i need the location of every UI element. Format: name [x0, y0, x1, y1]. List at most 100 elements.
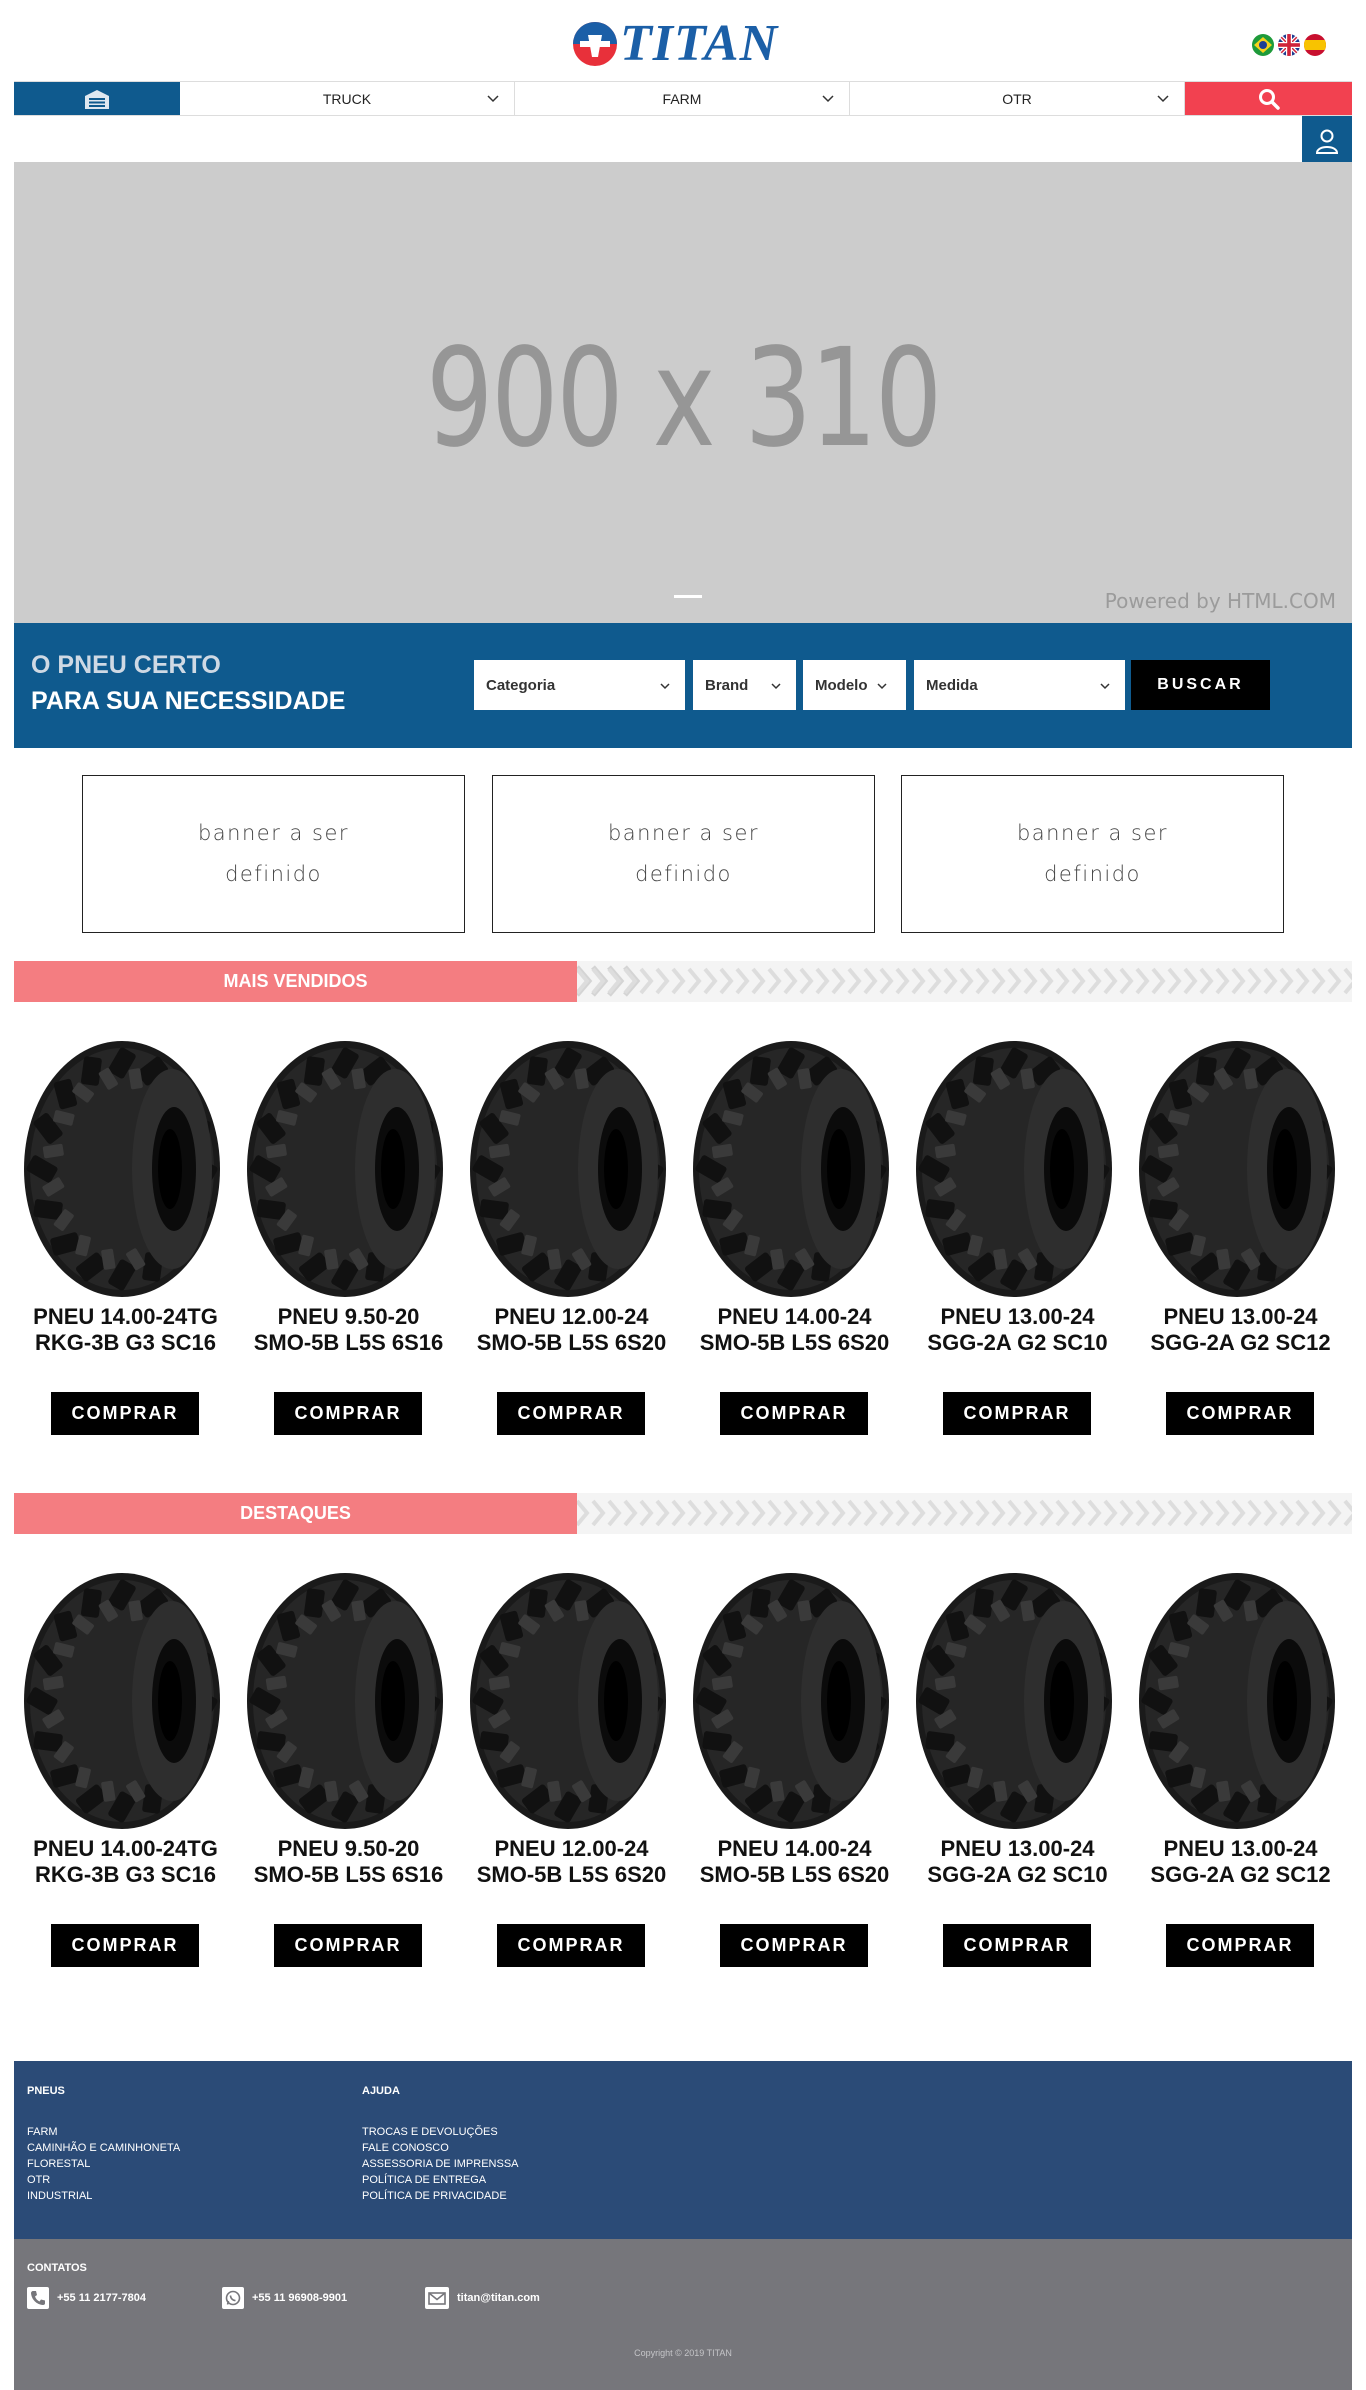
product-card[interactable]: PNEU 12.00-24 SMO-5B L5S 6S20 COMPRAR	[460, 1038, 683, 1458]
hero-banner[interactable]: 900 x 310 Powered by HTML.COM	[14, 162, 1352, 623]
flag-brazil-icon[interactable]	[1252, 34, 1274, 56]
product-card[interactable]: PNEU 13.00-24 SGG-2A G2 SC10 COMPRAR	[906, 1570, 1129, 1990]
chevron-down-icon	[1100, 683, 1110, 690]
language-switcher	[1252, 34, 1326, 56]
flag-uk-icon[interactable]	[1278, 34, 1300, 56]
comprar-button[interactable]: COMPRAR	[51, 1392, 199, 1435]
footer-contacts: CONTATOS +55 11 2177-7804 +55 11 96908-9…	[14, 2239, 1352, 2390]
product-list-mais-vendidos: PNEU 14.00-24TG RKG-3B G3 SC16 COMPRAR PN…	[14, 1038, 1352, 1458]
product-name[interactable]: PNEU 12.00-24 SMO-5B L5S 6S20	[460, 1304, 683, 1356]
chevron-down-icon	[487, 95, 499, 103]
product-name[interactable]: PNEU 13.00-24 SGG-2A G2 SC12	[1129, 1836, 1352, 1888]
chevron-down-icon	[660, 683, 670, 690]
contact-whatsapp-text: +55 11 96908-9901	[252, 2292, 348, 2304]
tire-image[interactable]	[468, 1570, 676, 1832]
promo-banner[interactable]: banner a ser definido	[82, 775, 465, 933]
product-name[interactable]: PNEU 14.00-24 SMO-5B L5S 6S20	[683, 1304, 906, 1356]
comprar-button[interactable]: COMPRAR	[943, 1924, 1091, 1967]
finder-title-line2: PARA SUA NECESSIDADE	[31, 687, 346, 715]
tire-image[interactable]	[691, 1570, 899, 1832]
product-card[interactable]: PNEU 14.00-24 SMO-5B L5S 6S20 COMPRAR	[683, 1038, 906, 1458]
comprar-button[interactable]: COMPRAR	[943, 1392, 1091, 1435]
product-name[interactable]: PNEU 14.00-24 SMO-5B L5S 6S20	[683, 1836, 906, 1888]
tire-image[interactable]	[914, 1038, 1122, 1300]
comprar-button[interactable]: COMPRAR	[1166, 1392, 1314, 1435]
carousel-indicator[interactable]	[674, 595, 702, 598]
product-card[interactable]: PNEU 14.00-24 SMO-5B L5S 6S20 COMPRAR	[683, 1570, 906, 1990]
tire-image[interactable]	[1137, 1038, 1345, 1300]
tire-image[interactable]	[468, 1038, 676, 1300]
comprar-button[interactable]: COMPRAR	[720, 1924, 868, 1967]
footer-link[interactable]: TROCAS E DEVOLUÇÕES	[362, 2124, 519, 2140]
product-name[interactable]: PNEU 14.00-24TG RKG-3B G3 SC16	[14, 1304, 237, 1356]
product-card[interactable]: PNEU 12.00-24 SMO-5B L5S 6S20 COMPRAR	[460, 1570, 683, 1990]
promo-banner[interactable]: banner a ser definido	[492, 775, 875, 933]
product-name[interactable]: PNEU 13.00-24 SGG-2A G2 SC10	[906, 1836, 1129, 1888]
size-select[interactable]: Medida	[914, 660, 1125, 710]
account-button[interactable]	[1302, 116, 1352, 166]
tire-image[interactable]	[691, 1038, 899, 1300]
product-card[interactable]: PNEU 9.50-20 SMO-5B L5S 6S16 COMPRAR	[237, 1038, 460, 1458]
footer-column-ajuda: AJUDA TROCAS E DEVOLUÇÕES FALE CONOSCO A…	[362, 2085, 519, 2204]
product-name[interactable]: PNEU 12.00-24 SMO-5B L5S 6S20	[460, 1836, 683, 1888]
nav-item-farm[interactable]: FARM	[515, 82, 850, 115]
titan-logo[interactable]: TITAN	[572, 18, 794, 70]
brand-select[interactable]: Brand	[693, 660, 796, 710]
chevron-down-icon	[1157, 95, 1169, 103]
comprar-button[interactable]: COMPRAR	[1166, 1924, 1314, 1967]
comprar-button[interactable]: COMPRAR	[497, 1392, 645, 1435]
footer-heading: AJUDA	[362, 2085, 400, 2097]
footer-column-pneus: PNEUS FARM CAMINHÃO E CAMINHONETA FLORES…	[27, 2085, 180, 2204]
footer-link[interactable]: FALE CONOSCO	[362, 2140, 519, 2156]
finder-title-line1: O PNEU CERTO	[31, 651, 221, 679]
product-card[interactable]: PNEU 13.00-24 SGG-2A G2 SC10 COMPRAR	[906, 1038, 1129, 1458]
contact-whatsapp[interactable]: +55 11 96908-9901	[222, 2287, 347, 2309]
footer-link[interactable]: ASSESSORIA DE IMPRENSSA	[362, 2156, 519, 2172]
nav-item-truck[interactable]: TRUCK	[180, 82, 515, 115]
search-button[interactable]	[1185, 82, 1352, 115]
product-name[interactable]: PNEU 9.50-20 SMO-5B L5S 6S16	[237, 1836, 460, 1888]
product-name[interactable]: PNEU 13.00-24 SGG-2A G2 SC12	[1129, 1304, 1352, 1356]
comprar-button[interactable]: COMPRAR	[51, 1924, 199, 1967]
product-name[interactable]: PNEU 9.50-20 SMO-5B L5S 6S16	[237, 1304, 460, 1356]
footer-link[interactable]: POLÍTICA DE ENTREGA	[362, 2172, 519, 2188]
footer-link[interactable]: CAMINHÃO E CAMINHONETA	[27, 2140, 180, 2156]
product-name[interactable]: PNEU 14.00-24TG RKG-3B G3 SC16	[14, 1836, 237, 1888]
tire-image[interactable]	[1137, 1570, 1345, 1832]
footer-link[interactable]: POLÍTICA DE PRIVACIDADE	[362, 2188, 519, 2204]
comprar-button[interactable]: COMPRAR	[720, 1392, 868, 1435]
tire-image[interactable]	[22, 1570, 230, 1832]
nav-home-button[interactable]	[14, 82, 180, 115]
model-select[interactable]: Modelo	[803, 660, 906, 710]
product-name[interactable]: PNEU 13.00-24 SGG-2A G2 SC10	[906, 1304, 1129, 1356]
nav-item-otr[interactable]: OTR	[850, 82, 1185, 115]
product-card[interactable]: PNEU 13.00-24 SGG-2A G2 SC12 COMPRAR	[1129, 1038, 1352, 1458]
product-card[interactable]: PNEU 13.00-24 SGG-2A G2 SC12 COMPRAR	[1129, 1570, 1352, 1990]
contact-email[interactable]: titan@titan.com	[425, 2287, 540, 2309]
banner-line2: definido	[225, 862, 322, 886]
tire-image[interactable]	[245, 1570, 453, 1832]
tire-image[interactable]	[245, 1038, 453, 1300]
titan-logo-icon	[573, 22, 617, 66]
footer-link[interactable]: FLORESTAL	[27, 2156, 180, 2172]
phone-icon	[27, 2287, 49, 2309]
select-label: Categoria	[486, 676, 556, 694]
comprar-button[interactable]: COMPRAR	[274, 1924, 422, 1967]
select-label: Medida	[926, 676, 978, 694]
flag-spain-icon[interactable]	[1304, 34, 1326, 56]
buscar-button[interactable]: BUSCAR	[1131, 660, 1270, 710]
comprar-button[interactable]: COMPRAR	[497, 1924, 645, 1967]
product-card[interactable]: PNEU 14.00-24TG RKG-3B G3 SC16 COMPRAR	[14, 1038, 237, 1458]
tire-image[interactable]	[914, 1570, 1122, 1832]
category-select[interactable]: Categoria	[474, 660, 685, 710]
footer-link[interactable]: OTR	[27, 2172, 180, 2188]
comprar-button[interactable]: COMPRAR	[274, 1392, 422, 1435]
tire-image[interactable]	[22, 1038, 230, 1300]
section-title: DESTAQUES	[14, 1493, 577, 1534]
footer-link[interactable]: FARM	[27, 2124, 180, 2140]
footer-link[interactable]: INDUSTRIAL	[27, 2188, 180, 2204]
product-card[interactable]: PNEU 14.00-24TG RKG-3B G3 SC16 COMPRAR	[14, 1570, 237, 1990]
contact-phone[interactable]: +55 11 2177-7804	[27, 2287, 146, 2309]
product-card[interactable]: PNEU 9.50-20 SMO-5B L5S 6S16 COMPRAR	[237, 1570, 460, 1990]
promo-banner[interactable]: banner a ser definido	[901, 775, 1284, 933]
